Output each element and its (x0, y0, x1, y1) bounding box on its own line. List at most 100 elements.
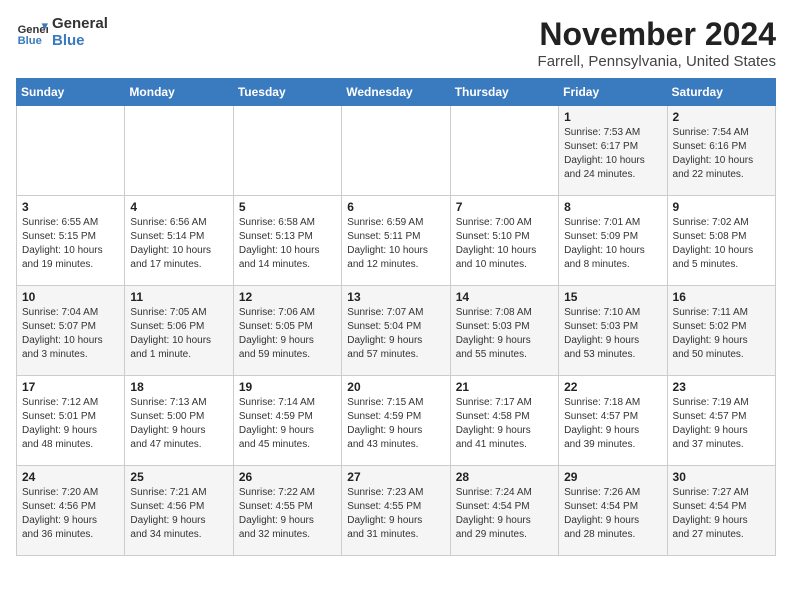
calendar-cell: 10 Sunrise: 7:04 AM Sunset: 5:07 PM Dayli… (17, 286, 125, 376)
day-number: 19 (239, 380, 336, 394)
weekday-header: Tuesday (233, 79, 341, 106)
calendar-week-row: 10 Sunrise: 7:04 AM Sunset: 5:07 PM Dayli… (17, 286, 776, 376)
day-info: Sunrise: 7:07 AM Sunset: 5:04 PM Dayligh… (347, 306, 444, 362)
day-info: Sunrise: 6:56 AM Sunset: 5:14 PM Dayligh… (130, 216, 227, 272)
calendar-table: SundayMondayTuesdayWednesdayThursdayFrid… (16, 78, 776, 556)
day-number: 28 (456, 470, 553, 484)
day-info: Sunrise: 7:00 AM Sunset: 5:10 PM Dayligh… (456, 216, 553, 272)
day-info: Sunrise: 6:58 AM Sunset: 5:13 PM Dayligh… (239, 216, 336, 272)
day-info: Sunrise: 7:06 AM Sunset: 5:05 PM Dayligh… (239, 306, 336, 362)
logo: General Blue General Blue (16, 16, 108, 49)
day-info: Sunrise: 7:54 AM Sunset: 6:16 PM Dayligh… (673, 126, 770, 182)
calendar-cell: 12Sunrise: 7:06 AM Sunset: 5:05 PM Dayli… (233, 286, 341, 376)
weekday-header: Monday (125, 79, 233, 106)
calendar-cell: 6 Sunrise: 6:59 AM Sunset: 5:11 PM Daylig… (342, 196, 450, 286)
calendar-cell: 25 Sunrise: 7:21 AM Sunset: 4:56 PM Dayli… (125, 466, 233, 556)
day-number: 27 (347, 470, 444, 484)
calendar-cell: 26 Sunrise: 7:22 AM Sunset: 4:55 PM Dayli… (233, 466, 341, 556)
day-number: 6 (347, 200, 444, 214)
calendar-week-row: 1 Sunrise: 7:53 AM Sunset: 6:17 PM Daylig… (17, 106, 776, 196)
day-info: Sunrise: 7:22 AM Sunset: 4:55 PM Dayligh… (239, 486, 336, 542)
calendar-cell: 17Sunrise: 7:12 AM Sunset: 5:01 PM Dayli… (17, 376, 125, 466)
weekday-header: Friday (559, 79, 667, 106)
day-number: 7 (456, 200, 553, 214)
calendar-cell: 5 Sunrise: 6:58 AM Sunset: 5:13 PM Daylig… (233, 196, 341, 286)
calendar-cell: 24Sunrise: 7:20 AM Sunset: 4:56 PM Dayli… (17, 466, 125, 556)
day-info: Sunrise: 7:10 AM Sunset: 5:03 PM Dayligh… (564, 306, 661, 362)
day-info: Sunrise: 7:19 AM Sunset: 4:57 PM Dayligh… (673, 396, 770, 452)
calendar-cell: 9 Sunrise: 7:02 AM Sunset: 5:08 PM Daylig… (667, 196, 775, 286)
weekday-header: Thursday (450, 79, 558, 106)
calendar-cell: 1 Sunrise: 7:53 AM Sunset: 6:17 PM Daylig… (559, 106, 667, 196)
weekday-header: Saturday (667, 79, 775, 106)
day-info: Sunrise: 7:24 AM Sunset: 4:54 PM Dayligh… (456, 486, 553, 542)
calendar-cell: 21 Sunrise: 7:17 AM Sunset: 4:58 PM Dayli… (450, 376, 558, 466)
location: Farrell, Pennsylvania, United States (538, 53, 776, 70)
day-number: 15 (564, 290, 661, 304)
calendar-cell (342, 106, 450, 196)
day-number: 21 (456, 380, 553, 394)
day-number: 1 (564, 110, 661, 124)
day-number: 30 (673, 470, 770, 484)
day-info: Sunrise: 7:11 AM Sunset: 5:02 PM Dayligh… (673, 306, 770, 362)
calendar-cell: 20 Sunrise: 7:15 AM Sunset: 4:59 PM Dayli… (342, 376, 450, 466)
day-info: Sunrise: 6:55 AM Sunset: 5:15 PM Dayligh… (22, 216, 119, 272)
day-info: Sunrise: 7:01 AM Sunset: 5:09 PM Dayligh… (564, 216, 661, 272)
calendar-week-row: 24Sunrise: 7:20 AM Sunset: 4:56 PM Dayli… (17, 466, 776, 556)
weekday-header: Wednesday (342, 79, 450, 106)
day-info: Sunrise: 7:26 AM Sunset: 4:54 PM Dayligh… (564, 486, 661, 542)
logo-blue: Blue (52, 33, 108, 50)
calendar-cell: 18Sunrise: 7:13 AM Sunset: 5:00 PM Dayli… (125, 376, 233, 466)
calendar-cell: 14 Sunrise: 7:08 AM Sunset: 5:03 PM Dayli… (450, 286, 558, 376)
calendar-cell: 28 Sunrise: 7:24 AM Sunset: 4:54 PM Dayli… (450, 466, 558, 556)
day-info: Sunrise: 7:20 AM Sunset: 4:56 PM Dayligh… (22, 486, 119, 542)
day-number: 26 (239, 470, 336, 484)
day-number: 5 (239, 200, 336, 214)
day-info: Sunrise: 7:08 AM Sunset: 5:03 PM Dayligh… (456, 306, 553, 362)
day-number: 29 (564, 470, 661, 484)
day-info: Sunrise: 7:02 AM Sunset: 5:08 PM Dayligh… (673, 216, 770, 272)
calendar-cell: 23Sunrise: 7:19 AM Sunset: 4:57 PM Dayli… (667, 376, 775, 466)
day-number: 14 (456, 290, 553, 304)
day-info: Sunrise: 6:59 AM Sunset: 5:11 PM Dayligh… (347, 216, 444, 272)
calendar-cell: 13Sunrise: 7:07 AM Sunset: 5:04 PM Dayli… (342, 286, 450, 376)
calendar-cell: 4Sunrise: 6:56 AM Sunset: 5:14 PM Daylig… (125, 196, 233, 286)
calendar-header: SundayMondayTuesdayWednesdayThursdayFrid… (17, 79, 776, 106)
calendar-cell: 16 Sunrise: 7:11 AM Sunset: 5:02 PM Dayli… (667, 286, 775, 376)
day-number: 9 (673, 200, 770, 214)
day-number: 11 (130, 290, 227, 304)
calendar-cell: 27 Sunrise: 7:23 AM Sunset: 4:55 PM Dayli… (342, 466, 450, 556)
calendar-cell: 29 Sunrise: 7:26 AM Sunset: 4:54 PM Dayli… (559, 466, 667, 556)
day-info: Sunrise: 7:27 AM Sunset: 4:54 PM Dayligh… (673, 486, 770, 542)
title-area: November 2024 Farrell, Pennsylvania, Uni… (538, 16, 776, 70)
svg-text:Blue: Blue (18, 35, 42, 47)
calendar-cell: 15 Sunrise: 7:10 AM Sunset: 5:03 PM Dayli… (559, 286, 667, 376)
day-info: Sunrise: 7:23 AM Sunset: 4:55 PM Dayligh… (347, 486, 444, 542)
calendar-cell: 3Sunrise: 6:55 AM Sunset: 5:15 PM Daylig… (17, 196, 125, 286)
month-title: November 2024 (538, 16, 776, 53)
logo-general: General (52, 16, 108, 33)
header-row: SundayMondayTuesdayWednesdayThursdayFrid… (17, 79, 776, 106)
day-info: Sunrise: 7:05 AM Sunset: 5:06 PM Dayligh… (130, 306, 227, 362)
day-number: 10 (22, 290, 119, 304)
calendar-body: 1 Sunrise: 7:53 AM Sunset: 6:17 PM Daylig… (17, 106, 776, 556)
day-info: Sunrise: 7:13 AM Sunset: 5:00 PM Dayligh… (130, 396, 227, 452)
day-info: Sunrise: 7:53 AM Sunset: 6:17 PM Dayligh… (564, 126, 661, 182)
day-number: 2 (673, 110, 770, 124)
day-info: Sunrise: 7:18 AM Sunset: 4:57 PM Dayligh… (564, 396, 661, 452)
calendar-cell: 7 Sunrise: 7:00 AM Sunset: 5:10 PM Daylig… (450, 196, 558, 286)
day-number: 22 (564, 380, 661, 394)
calendar-cell (233, 106, 341, 196)
calendar-cell: 11 Sunrise: 7:05 AM Sunset: 5:06 PM Dayli… (125, 286, 233, 376)
calendar-week-row: 3Sunrise: 6:55 AM Sunset: 5:15 PM Daylig… (17, 196, 776, 286)
day-info: Sunrise: 7:21 AM Sunset: 4:56 PM Dayligh… (130, 486, 227, 542)
calendar-cell: 22 Sunrise: 7:18 AM Sunset: 4:57 PM Dayli… (559, 376, 667, 466)
day-number: 25 (130, 470, 227, 484)
day-info: Sunrise: 7:04 AM Sunset: 5:07 PM Dayligh… (22, 306, 119, 362)
day-info: Sunrise: 7:15 AM Sunset: 4:59 PM Dayligh… (347, 396, 444, 452)
day-number: 16 (673, 290, 770, 304)
calendar-cell: 8Sunrise: 7:01 AM Sunset: 5:09 PM Daylig… (559, 196, 667, 286)
day-info: Sunrise: 7:17 AM Sunset: 4:58 PM Dayligh… (456, 396, 553, 452)
weekday-header: Sunday (17, 79, 125, 106)
day-number: 20 (347, 380, 444, 394)
